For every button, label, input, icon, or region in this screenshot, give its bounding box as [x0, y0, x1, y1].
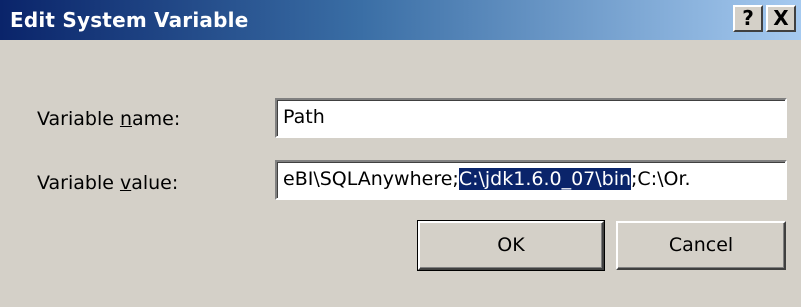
variable-name-text: Path: [283, 106, 325, 128]
variable-value-label: Variable value:: [37, 172, 178, 194]
variable-name-label-suffix: ame:: [132, 108, 181, 130]
ok-button[interactable]: OK: [417, 220, 605, 271]
variable-value-label-prefix: Variable: [37, 172, 120, 194]
edit-system-variable-dialog: Edit System Variable ? X Variable name: …: [0, 0, 801, 307]
variable-value-label-suffix: alue:: [131, 172, 179, 194]
close-icon: X: [773, 6, 789, 30]
cancel-button[interactable]: Cancel: [616, 221, 786, 270]
variable-name-label: Variable name:: [37, 108, 180, 130]
help-question-icon: ?: [742, 6, 754, 30]
variable-value-label-accel: v: [119, 172, 132, 194]
variable-value-selected-text: C:\jdk1.6.0_07\bin: [458, 168, 632, 190]
variable-name-label-accel: n: [119, 108, 133, 130]
title-bar[interactable]: Edit System Variable ? X: [0, 0, 801, 40]
variable-value-text-before: eBI\SQLAnywhere;: [283, 168, 459, 190]
ok-button-label: OK: [497, 234, 525, 256]
window-title: Edit System Variable: [10, 8, 249, 32]
variable-name-input[interactable]: Path: [275, 98, 787, 138]
variable-value-input[interactable]: eBI\SQLAnywhere;C:\jdk1.6.0_07\bin;C:\Or…: [275, 160, 787, 200]
help-button[interactable]: ?: [733, 5, 763, 32]
variable-name-label-prefix: Variable: [37, 108, 120, 130]
cancel-button-label: Cancel: [668, 234, 734, 256]
close-button[interactable]: X: [766, 5, 796, 32]
variable-value-text-after: ;C:\Or.: [631, 168, 691, 190]
